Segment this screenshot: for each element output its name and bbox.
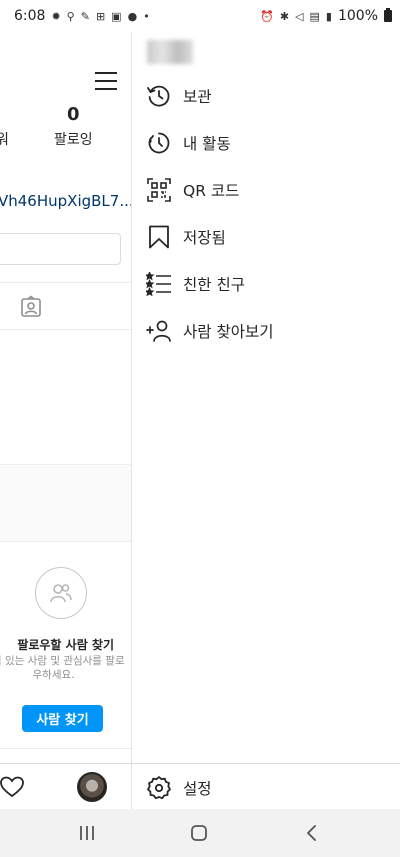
status-bar: 6:08 ✹ ⚲ ✎ ⊞ ▣ ● • ⏰ ✱ ◁ ▤ ▮ 100% [0, 0, 400, 32]
home-icon[interactable] [187, 821, 211, 845]
menu-item-saved[interactable]: 저장됨 [132, 214, 400, 260]
mute-icon: ◁ [295, 9, 304, 23]
qr-code-icon [146, 177, 172, 203]
tagged-posts-icon[interactable] [19, 295, 43, 319]
profile-panel: 0 워 팔로잉 Vh46HupXigBL7... 팔로우할 사람 찾기 관심 있… [0, 32, 132, 809]
menu-item-close-friends[interactable]: 친한 친구 [132, 261, 400, 307]
battery-icon [384, 8, 392, 22]
system-nav-bar [0, 809, 400, 857]
menu-item-label: QR 코드 [183, 182, 240, 200]
find-people-description: 관심 있는 사람 및 관심사를 팔로우하세요. [0, 655, 125, 681]
drawer-bottom-divider [132, 763, 400, 764]
archive-icon [146, 83, 172, 109]
bike-icon: ⚲ [66, 9, 75, 23]
followers-label[interactable]: 워 [0, 129, 9, 149]
username-blurred [147, 40, 193, 64]
find-people-title: 팔로우할 사람 찾기 [17, 638, 114, 652]
settings-icon [146, 775, 172, 801]
edit-icon: ✎ [80, 9, 90, 23]
divider [0, 748, 131, 749]
signal-icon: ▮ [325, 9, 332, 23]
menu-item-your-activity[interactable]: 내 활동 [132, 120, 400, 166]
add-person-icon [146, 318, 172, 344]
profile-avatar[interactable] [77, 772, 107, 802]
divider [0, 282, 131, 283]
hd-lte-icon: ▤ [309, 9, 320, 23]
back-icon[interactable] [300, 821, 324, 845]
bottom-nav-divider [0, 763, 131, 764]
find-people-button[interactable]: 사람 찾기 [22, 705, 103, 732]
activity-icon [146, 130, 172, 156]
menu-item-label: 보관 [183, 88, 212, 106]
bluetooth-icon: ✱ [279, 9, 290, 23]
status-bar-left: 6:08 ✹ ⚲ ✎ ⊞ ▣ ● • [14, 8, 150, 24]
menu-item-label: 친한 친구 [183, 276, 245, 294]
section-band [0, 464, 131, 542]
settings-gear-icon: ✹ [51, 9, 61, 23]
edit-profile-button[interactable] [0, 233, 121, 265]
battery-percent: 100% [337, 8, 378, 24]
more-dot-icon: • [143, 9, 150, 23]
following-count[interactable]: 0 [67, 104, 80, 125]
divider [0, 329, 131, 330]
clock: 6:08 [14, 8, 46, 24]
following-label[interactable]: 팔로잉 [54, 129, 93, 149]
menu-icon[interactable] [95, 72, 117, 90]
menu-item-archive[interactable]: 보관 [132, 73, 400, 119]
menu-item-label: 내 활동 [183, 135, 231, 153]
recent-apps-icon[interactable] [75, 821, 99, 845]
grid-icon: ⊞ [95, 9, 106, 23]
menu-item-settings[interactable]: 설정 [132, 765, 400, 811]
bookmark-icon [146, 224, 172, 250]
chat-icon: ● [127, 9, 138, 23]
find-people-circle [35, 567, 87, 619]
heart-icon[interactable] [0, 776, 24, 798]
side-drawer: 보관 내 활동 QR 코드 저장됨 친한 친구 사람 찾아보기 설정 [132, 32, 400, 809]
message-icon: ▣ [111, 9, 122, 23]
menu-item-label: 저장됨 [183, 229, 226, 247]
menu-item-label: 사람 찾아보기 [183, 323, 274, 341]
people-icon [50, 584, 72, 603]
menu-item-label: 설정 [183, 780, 212, 798]
bio-link[interactable]: Vh46HupXigBL7... [0, 192, 131, 210]
status-bar-right: ⏰ ✱ ◁ ▤ ▮ 100% [260, 8, 392, 24]
close-friends-icon [146, 271, 172, 297]
menu-item-qr-code[interactable]: QR 코드 [132, 167, 400, 213]
menu-item-discover-people[interactable]: 사람 찾아보기 [132, 308, 400, 354]
alarm-icon: ⏰ [260, 9, 274, 23]
